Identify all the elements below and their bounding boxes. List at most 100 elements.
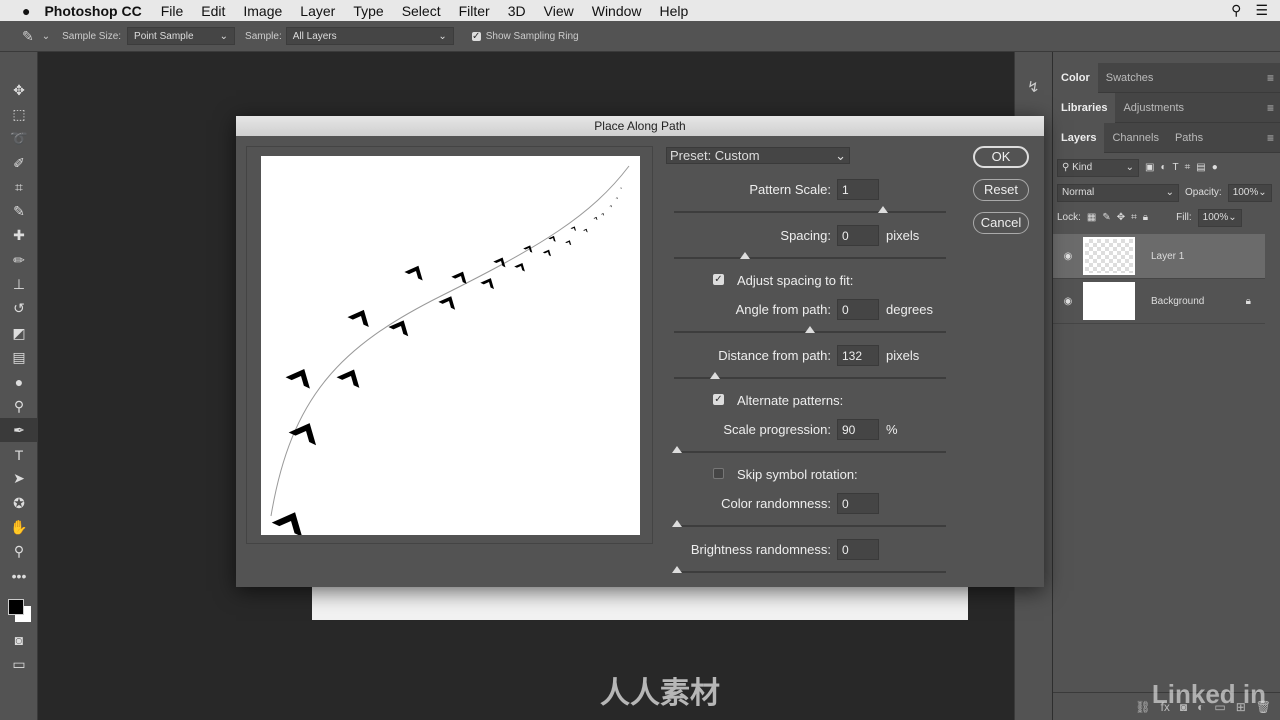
menu-select[interactable]: Select: [402, 3, 441, 19]
panel-menu-icon[interactable]: ≡: [1267, 71, 1274, 85]
tab-paths[interactable]: Paths: [1167, 123, 1211, 153]
zoom-tool-icon[interactable]: ⚲: [0, 540, 38, 564]
preset-select[interactable]: Preset: Custom ⌄: [666, 147, 850, 164]
link-icon[interactable]: ⛓: [1135, 700, 1150, 714]
lock-artboard-icon[interactable]: ⌗: [1131, 212, 1137, 223]
adjust-spacing-checkbox[interactable]: ✓: [713, 274, 724, 285]
menu-3d[interactable]: 3D: [508, 3, 526, 19]
move-tool-icon[interactable]: ✥: [0, 78, 38, 102]
kind-filter-select[interactable]: ⚲ Kind ⌄: [1057, 158, 1139, 177]
healing-tool-icon[interactable]: ✚: [0, 224, 38, 248]
tab-libraries[interactable]: Libraries: [1053, 92, 1116, 123]
list-icon[interactable]: ☰: [1255, 2, 1268, 19]
ok-button[interactable]: OK: [973, 146, 1029, 168]
pattern-scale-input[interactable]: 1: [837, 179, 879, 200]
reset-button[interactable]: Reset: [973, 179, 1029, 201]
lock-all-icon[interactable]: 🔒︎: [1143, 212, 1148, 223]
menu-window[interactable]: Window: [592, 3, 642, 19]
lock-position-icon[interactable]: ✥: [1117, 212, 1125, 223]
gradient-tool-icon[interactable]: ▤: [0, 345, 38, 369]
marquee-tool-icon[interactable]: ⬚: [0, 102, 38, 126]
eraser-tool-icon[interactable]: ◩: [0, 321, 38, 345]
pattern-scale-slider[interactable]: [674, 206, 946, 213]
color-randomness-slider[interactable]: [671, 520, 946, 527]
scale-progression-slider[interactable]: [671, 446, 946, 453]
opacity-input[interactable]: 100% ⌄: [1227, 183, 1272, 202]
quick-mask-icon[interactable]: ◙: [0, 628, 38, 652]
pen-tool-icon[interactable]: ✒: [0, 418, 38, 443]
dodge-tool-icon[interactable]: ⚲: [0, 394, 38, 418]
menu-image[interactable]: Image: [243, 3, 282, 19]
angle-input[interactable]: 0: [837, 299, 879, 320]
eyedropper-icon[interactable]: ✎: [22, 28, 34, 45]
layer-row-layer-1[interactable]: ◉ Layer 1: [1053, 234, 1265, 279]
visibility-eye-icon[interactable]: ◉: [1053, 296, 1083, 307]
history-icon[interactable]: ↯: [1027, 78, 1052, 96]
sample-size-select[interactable]: Point Sample ⌄: [127, 27, 236, 45]
path-select-icon[interactable]: ➤: [0, 467, 38, 491]
spacing-input[interactable]: 0: [837, 225, 879, 246]
fill-input[interactable]: 100% ⌄: [1197, 208, 1242, 227]
shape-tool-icon[interactable]: ✪: [0, 491, 38, 515]
slider-thumb[interactable]: [739, 252, 750, 259]
hand-tool-icon[interactable]: ✋: [0, 515, 38, 539]
panel-menu-icon[interactable]: ≡: [1267, 101, 1274, 115]
sample-select[interactable]: All Layers ⌄: [285, 27, 454, 45]
apple-icon[interactable]: ●: [22, 3, 30, 19]
slider-thumb[interactable]: [671, 566, 682, 573]
type-tool-icon[interactable]: T: [0, 442, 38, 466]
lock-transparent-icon[interactable]: ▦: [1087, 212, 1096, 223]
search-icon[interactable]: ⚲: [1231, 2, 1241, 19]
slider-thumb[interactable]: [671, 520, 682, 527]
crop-tool-icon[interactable]: ⌗: [0, 175, 38, 199]
panel-menu-icon[interactable]: ≡: [1267, 131, 1274, 145]
lasso-tool-icon[interactable]: ➰: [0, 127, 38, 151]
distance-input[interactable]: 132: [837, 345, 879, 366]
slider-thumb[interactable]: [709, 372, 720, 379]
menu-type[interactable]: Type: [353, 3, 383, 19]
filter-toggle[interactable]: ●: [1212, 162, 1218, 173]
quick-select-tool-icon[interactable]: ✐: [0, 151, 38, 175]
scale-progression-input[interactable]: 90: [837, 419, 879, 440]
spacing-slider[interactable]: [674, 252, 946, 259]
menu-view[interactable]: View: [544, 3, 574, 19]
filter-type-icon[interactable]: T: [1173, 162, 1179, 173]
menu-file[interactable]: File: [161, 3, 184, 19]
document-canvas[interactable]: [312, 586, 968, 620]
tab-swatches[interactable]: Swatches: [1098, 63, 1162, 93]
eyedropper-tool-icon[interactable]: ✎: [0, 199, 38, 223]
skip-rotation-checkbox[interactable]: [713, 468, 724, 479]
tab-channels[interactable]: Channels: [1104, 123, 1166, 153]
brightness-randomness-input[interactable]: 0: [837, 539, 879, 560]
more-tools-icon[interactable]: •••: [0, 564, 38, 588]
slider-thumb[interactable]: [805, 326, 815, 333]
blur-tool-icon[interactable]: ●: [0, 370, 38, 394]
menu-filter[interactable]: Filter: [459, 3, 490, 19]
tab-adjustments[interactable]: Adjustments: [1115, 93, 1192, 123]
distance-slider[interactable]: [674, 372, 946, 379]
tab-layers[interactable]: Layers: [1053, 122, 1105, 153]
color-randomness-input[interactable]: 0: [837, 493, 879, 514]
color-swatches[interactable]: [0, 588, 37, 628]
menu-layer[interactable]: Layer: [300, 3, 335, 19]
history-brush-icon[interactable]: ↺: [0, 297, 38, 321]
stamp-tool-icon[interactable]: ⊥: [0, 272, 38, 296]
filter-adjust-icon[interactable]: ◐: [1160, 162, 1166, 173]
tab-color[interactable]: Color: [1053, 62, 1098, 93]
filter-shape-icon[interactable]: ⌗: [1185, 162, 1191, 173]
cancel-button[interactable]: Cancel: [973, 212, 1029, 234]
filter-pixel-icon[interactable]: ▣: [1145, 162, 1154, 173]
app-menu[interactable]: Photoshop CC: [44, 3, 141, 19]
visibility-eye-icon[interactable]: ◉: [1053, 251, 1083, 262]
slider-thumb[interactable]: [878, 206, 889, 213]
layer-row-background[interactable]: ◉ Background 🔒︎: [1053, 279, 1265, 324]
alternate-patterns-checkbox[interactable]: ✓: [713, 394, 724, 405]
menu-edit[interactable]: Edit: [201, 3, 225, 19]
filter-smart-icon[interactable]: ▤: [1196, 162, 1205, 173]
menu-help[interactable]: Help: [660, 3, 689, 19]
show-sampling-ring-checkbox[interactable]: ✓: [471, 31, 481, 41]
slider-thumb[interactable]: [671, 446, 682, 453]
brightness-randomness-slider[interactable]: [671, 566, 946, 573]
brush-tool-icon[interactable]: ✏: [0, 248, 38, 272]
blend-mode-select[interactable]: Normal ⌄: [1057, 183, 1179, 202]
